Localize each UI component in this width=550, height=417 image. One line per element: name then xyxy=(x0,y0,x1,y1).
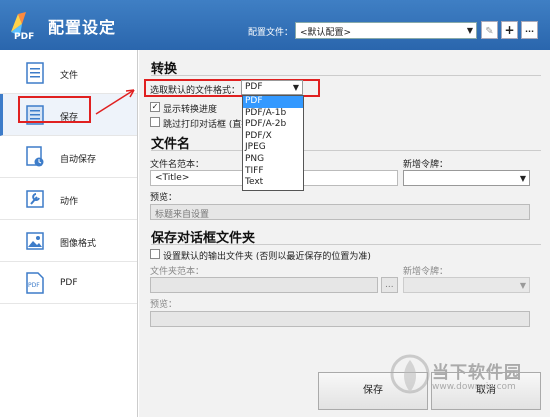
sidebar-item-label: 图像格式 xyxy=(60,239,97,249)
filename-token-label: 新增令牌： xyxy=(403,160,449,170)
filename-token-select[interactable]: ▼ xyxy=(403,170,530,186)
format-option[interactable]: JPEG xyxy=(243,142,303,154)
sidebar-item-image-format[interactable]: 图像格式 xyxy=(0,220,137,262)
show-progress-checkbox[interactable]: ✓ xyxy=(150,102,160,112)
sidebar-item-actions[interactable]: 动作 xyxy=(0,178,137,220)
sidebar-item-label: 文件 xyxy=(60,71,79,81)
folder-preview-field xyxy=(150,311,530,327)
chevron-down-icon: ▼ xyxy=(519,174,526,183)
default-format-value: PDF xyxy=(245,82,263,92)
format-option[interactable]: TIFF xyxy=(243,166,303,178)
default-folder-label: 设置默认的输出文件夹 (否则以最近保存的位置为准) xyxy=(163,252,371,262)
sidebar-item-autosave[interactable]: 自动保存 xyxy=(0,136,137,178)
checkmark-icon: ✓ xyxy=(151,102,159,111)
pdf-file-icon: PDF xyxy=(26,272,44,294)
sidebar-item-label: 动作 xyxy=(60,197,79,207)
default-format-select[interactable]: PDF ▼ xyxy=(241,80,303,95)
more-icon: ··· xyxy=(524,27,535,36)
plus-icon: + xyxy=(504,23,515,37)
watermark-url: www.downxia.com xyxy=(432,382,516,392)
format-dropdown-list: PDF PDF/A-1b PDF/A-2b PDF/X JPEG PNG TIF… xyxy=(242,95,304,191)
pdf-logo-icon: PDF xyxy=(11,12,34,40)
format-option[interactable]: PDF/A-1b xyxy=(243,108,303,120)
chevron-down-icon: ▼ xyxy=(466,26,473,35)
show-progress-label: 显示转换进度 xyxy=(163,105,218,115)
skip-dialog-checkbox[interactable] xyxy=(150,117,160,127)
autosave-icon xyxy=(26,146,44,167)
edit-config-button[interactable]: ✎ xyxy=(481,21,498,39)
filename-preview-field: 标题来自设置 xyxy=(150,204,530,220)
format-option[interactable]: PDF/A-2b xyxy=(243,119,303,131)
section-divider xyxy=(151,244,541,245)
chevron-down-icon: ▼ xyxy=(292,83,299,92)
section-divider xyxy=(151,75,541,76)
sidebar-item-label: PDF xyxy=(60,278,78,288)
filename-template-label: 文件名范本： xyxy=(150,160,205,170)
config-file-label: 配置文件： xyxy=(248,28,294,38)
folder-template-label: 文件夹范本： xyxy=(150,267,205,277)
logo-text: PDF xyxy=(14,32,34,40)
title-bar: PDF 配置设定 配置文件： <默认配置> ▼ ✎ + ··· xyxy=(0,0,550,50)
folder-template-input[interactable] xyxy=(150,277,378,293)
folder-token-label: 新增令牌： xyxy=(403,267,449,277)
section-divider xyxy=(151,150,541,151)
folder-preview-label: 预览： xyxy=(150,300,178,310)
config-file-value: <默认配置> xyxy=(300,28,352,38)
window-title: 配置设定 xyxy=(48,18,117,37)
filename-preview-label: 预览： xyxy=(150,193,178,203)
more-config-button[interactable]: ··· xyxy=(521,21,538,39)
pdf-file-icon-text: PDF xyxy=(28,282,40,289)
sidebar-item-pdf[interactable]: PDF PDF xyxy=(0,262,137,304)
folder-token-select[interactable]: ▼ xyxy=(403,277,530,293)
wrench-icon xyxy=(26,190,44,208)
sidebar-item-label: 自动保存 xyxy=(60,155,97,165)
image-icon xyxy=(26,232,44,250)
config-file-select[interactable]: <默认配置> ▼ xyxy=(295,22,477,39)
sidebar-highlight-box xyxy=(18,96,91,123)
add-config-button[interactable]: + xyxy=(501,21,518,39)
format-option[interactable]: Text xyxy=(243,177,303,189)
eraser-icon: ✎ xyxy=(485,26,494,37)
default-folder-checkbox[interactable] xyxy=(150,249,160,259)
skip-dialog-label: 跳过打印对话框 (直接 xyxy=(163,120,251,130)
browse-folder-button[interactable]: ... xyxy=(381,277,398,293)
format-option[interactable]: PDF xyxy=(243,96,303,108)
format-option[interactable]: PDF/X xyxy=(243,131,303,143)
default-format-label: 选取默认的文件格式： xyxy=(150,86,241,96)
watermark-logo-icon xyxy=(390,354,430,394)
document-icon xyxy=(26,62,44,84)
watermark-text: 当下软件园 xyxy=(432,363,522,383)
red-arrow-icon xyxy=(95,89,135,115)
chevron-down-icon: ▼ xyxy=(519,281,526,290)
format-option[interactable]: PNG xyxy=(243,154,303,166)
